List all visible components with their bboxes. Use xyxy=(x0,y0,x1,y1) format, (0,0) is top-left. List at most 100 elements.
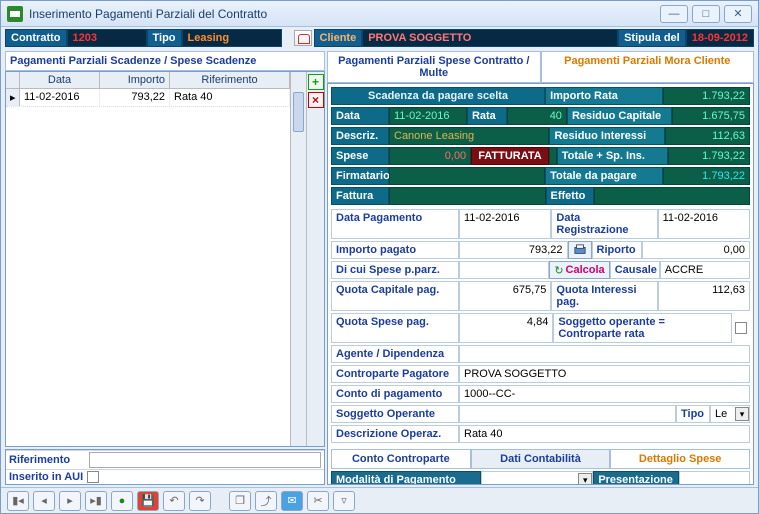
tool-filter-button[interactable]: ▿ xyxy=(333,491,355,511)
controparte-pagatore-input[interactable]: PROVA SOGGETTO xyxy=(459,365,750,383)
right-column: Pagamenti Parziali Spese Contratto / Mul… xyxy=(327,51,754,485)
presentazione-label: Presentazione xyxy=(593,471,679,485)
firmatario-label: Firmatario xyxy=(331,167,389,185)
chevron-down-icon: ▾ xyxy=(735,407,749,421)
data-pagamento-input[interactable]: 11-02-2016 xyxy=(459,209,551,239)
scad-data-value: 11-02-2016 xyxy=(389,107,467,125)
stipula-value: 18-09-2012 xyxy=(686,29,754,47)
scad-rata-value: 40 xyxy=(507,107,567,125)
tool-export-button[interactable]: ⤴ xyxy=(255,491,277,511)
contratto-label: Contratto xyxy=(5,29,67,47)
causale-label: Causale xyxy=(610,261,660,279)
quota-spese-label: Quota Spese pag. xyxy=(331,313,459,343)
scadenza-title: Scadenza da pagare scelta xyxy=(331,87,545,105)
subtab-dati-contabilita[interactable]: Dati Contabilità xyxy=(471,449,611,469)
col-importo[interactable]: Importo xyxy=(100,72,170,88)
tipo-so-label: Tipo xyxy=(676,405,710,423)
undo-button[interactable]: ↶ xyxy=(163,491,185,511)
riporto-label: Riporto xyxy=(592,241,642,259)
descrizione-operaz-input[interactable]: Rata 40 xyxy=(459,425,750,443)
save-button[interactable]: 💾 xyxy=(137,491,159,511)
tipo-value: Leasing xyxy=(182,29,282,47)
quota-spese-input[interactable]: 4,84 xyxy=(459,313,553,343)
conto-pagamento-input[interactable]: 1000--CC- xyxy=(459,385,750,403)
subtab-conto-controparte[interactable]: Conto Controparte xyxy=(331,449,471,469)
tab-mora-cliente[interactable]: Pagamenti Parziali Mora Cliente xyxy=(541,51,755,83)
causale-input[interactable]: ACCRE xyxy=(660,261,750,279)
data-registrazione-input[interactable]: 11-02-2016 xyxy=(658,209,750,239)
tab-scadenze[interactable]: Pagamenti Parziali Scadenze / Spese Scad… xyxy=(5,51,325,71)
stipula-label: Stipula del xyxy=(618,29,686,47)
calcola-button[interactable]: ↻Calcola xyxy=(549,261,609,279)
subtab-dettaglio-spese[interactable]: Dettaglio Spese xyxy=(610,449,750,469)
importo-rata-value: 1.793,22 xyxy=(663,87,750,105)
controparte-pagatore-label: Controparte Pagatore xyxy=(331,365,459,383)
soggetto-operante-input[interactable] xyxy=(459,405,676,423)
spese-pparz-label: Di cui Spese p.parz. xyxy=(331,261,459,279)
descrizione-operaz-label: Descrizione Operaz. xyxy=(331,425,459,443)
maximize-button[interactable]: □ xyxy=(692,5,720,23)
print-button[interactable] xyxy=(568,241,592,259)
grid-delete-button[interactable]: × xyxy=(308,92,324,108)
effetto-label: Effetto xyxy=(546,187,594,205)
descriz-value: Canone Leasing xyxy=(389,127,549,145)
window-title: Inserimento Pagamenti Parziali del Contr… xyxy=(29,7,660,21)
spese-pparz-input[interactable] xyxy=(459,261,549,279)
quota-capitale-input[interactable]: 675,75 xyxy=(459,281,551,311)
aui-label: Inserito in AUI xyxy=(9,471,83,483)
quota-capitale-label: Quota Capitale pag. xyxy=(331,281,459,311)
table-row[interactable]: ▸ 11-02-2016 793,22 Rata 40 xyxy=(6,89,290,107)
nav-next-button[interactable]: ▸ xyxy=(59,491,81,511)
nav-prev-button[interactable]: ◂ xyxy=(33,491,55,511)
tool-mail-button[interactable]: ✉ xyxy=(281,491,303,511)
aui-checkbox[interactable] xyxy=(87,471,99,483)
tab-spese-contratto[interactable]: Pagamenti Parziali Spese Contratto / Mul… xyxy=(327,51,541,83)
nav-first-button[interactable]: ▮◂ xyxy=(7,491,29,511)
tool-cut-button[interactable]: ✂ xyxy=(307,491,329,511)
close-button[interactable]: ✕ xyxy=(724,5,752,23)
col-riferimento[interactable]: Riferimento xyxy=(170,72,290,88)
cliente-value: PROVA SOGGETTO xyxy=(362,29,618,47)
importo-pagato-label: Importo pagato xyxy=(331,241,459,259)
payments-grid: Data Importo Riferimento ▸ 11-02-2016 79… xyxy=(5,71,325,447)
quota-interessi-input[interactable]: 112,63 xyxy=(658,281,750,311)
totale-sp-label: Totale + Sp. Ins. xyxy=(557,147,668,165)
cell-data: 11-02-2016 xyxy=(20,89,100,106)
left-footer: Riferimento Inserito in AUI xyxy=(5,449,325,485)
grid-add-button[interactable]: + xyxy=(308,74,324,90)
client-icon[interactable] xyxy=(294,30,312,46)
importo-pagato-input[interactable]: 793,22 xyxy=(459,241,568,259)
row-selector[interactable]: ▸ xyxy=(6,89,20,106)
descriz-label: Descriz. xyxy=(331,127,389,145)
tool-copy-button[interactable]: ❐ xyxy=(229,491,251,511)
riferimento-input[interactable] xyxy=(89,452,321,468)
spese-label: Spese xyxy=(331,147,389,165)
cell-riferimento: Rata 40 xyxy=(170,89,290,106)
chevron-down-icon: ▾ xyxy=(578,473,592,485)
quota-interessi-label: Quota Interessi pag. xyxy=(551,281,657,311)
left-column: Pagamenti Parziali Scadenze / Spese Scad… xyxy=(5,51,325,485)
redo-button[interactable]: ↷ xyxy=(189,491,211,511)
bottom-toolbar: ▮◂ ◂ ▸ ▸▮ ● 💾 ↶ ↷ ❐ ⤴ ✉ ✂ ▿ xyxy=(1,487,758,513)
soggetto-operante-label: Soggetto Operante xyxy=(331,405,459,423)
soggetto-eq-label: Soggetto operante = Controparte rata xyxy=(553,313,732,343)
col-data[interactable]: Data xyxy=(20,72,100,88)
totale-pagare-label: Totale da pagare xyxy=(545,167,663,185)
importo-rata-label: Importo Rata xyxy=(545,87,663,105)
tipo-label: Tipo xyxy=(147,29,182,47)
data-pagamento-label: Data Pagamento xyxy=(331,209,459,239)
grid-rowhead xyxy=(6,72,20,88)
minimize-button[interactable]: — xyxy=(660,5,688,23)
spese-value: 0,00 xyxy=(389,147,471,165)
confirm-button[interactable]: ● xyxy=(111,491,133,511)
main-panel: Scadenza da pagare scelta Importo Rata 1… xyxy=(327,83,754,485)
agente-input[interactable] xyxy=(459,345,750,363)
nav-last-button[interactable]: ▸▮ xyxy=(85,491,107,511)
residuo-interessi-label: Residuo Interessi xyxy=(549,127,664,145)
presentazione-input[interactable] xyxy=(679,471,750,485)
soggetto-eq-checkbox[interactable] xyxy=(735,322,747,334)
tipo-so-select[interactable]: Le▾ xyxy=(710,405,750,423)
totale-sp-value: 1.793,22 xyxy=(668,147,750,165)
grid-scrollbar[interactable] xyxy=(290,72,306,446)
modalita-pagamento-select[interactable]: ▾ xyxy=(481,471,593,485)
